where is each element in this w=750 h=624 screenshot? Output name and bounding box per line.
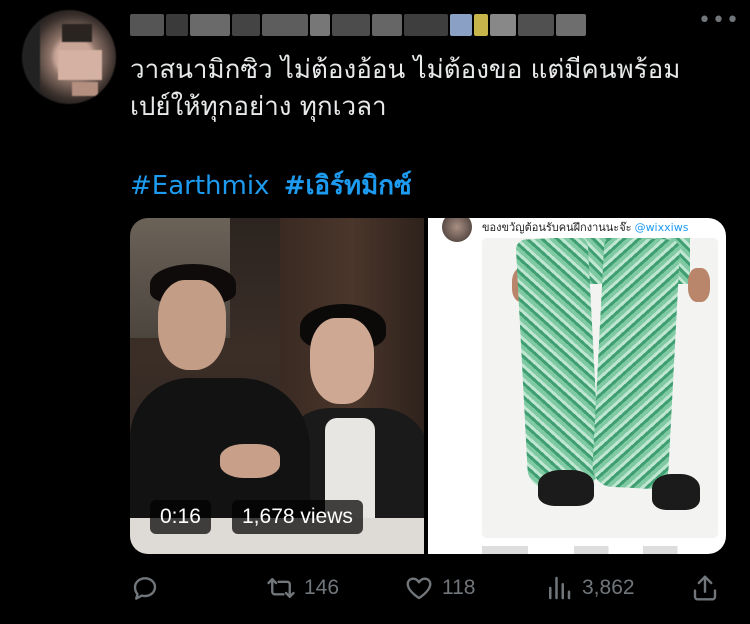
screenshot-handle: @wixxiws	[634, 221, 689, 234]
like-count: 118	[442, 576, 476, 599]
heart-icon	[406, 577, 432, 600]
retweet-icon	[267, 578, 295, 598]
photo-pants-left-leg	[515, 238, 601, 490]
photo-shoe-right	[652, 474, 700, 510]
more-icon: •••	[698, 8, 740, 33]
screenshot-action-row	[482, 546, 712, 554]
views-icon	[549, 576, 571, 600]
video-views-badge: 1,678 views	[232, 500, 363, 534]
view-count: 3,862	[582, 576, 635, 599]
video-player[interactable]: 0:16 1,678 views	[130, 218, 424, 554]
reply-button[interactable]	[130, 568, 168, 608]
photo-pants-right-leg	[591, 238, 681, 490]
author-name-blurred[interactable]	[130, 12, 610, 38]
hashtag-earthmix[interactable]: #Earthmix	[130, 171, 269, 201]
screenshot-avatar	[442, 218, 472, 242]
share-button[interactable]	[690, 568, 720, 608]
retweet-count: 146	[304, 576, 340, 599]
media-grid: 0:16 1,678 views ของขวัญต้อนรับคนฝึกงานน…	[130, 218, 726, 554]
author-avatar[interactable]	[22, 10, 116, 104]
video-duration-badge: 0:16	[150, 500, 211, 534]
video-frame-hand	[220, 444, 280, 478]
photo-hand-right	[688, 268, 710, 302]
image-screenshot[interactable]: ของขวัญต้อนรับคนฝึกงานนะจ๊ะ @wixxiws	[428, 218, 726, 554]
video-frame-person-1-face	[158, 280, 226, 370]
screenshot-product-photo	[482, 238, 718, 538]
share-icon	[693, 575, 717, 601]
retweet-button[interactable]: 146	[266, 568, 339, 608]
like-button[interactable]: 118	[404, 568, 475, 608]
screenshot-caption: ของขวัญต้อนรับคนฝึกงานนะจ๊ะ @wixxiws	[482, 218, 688, 236]
hashtag-list: #Earthmix #เอิร์ทมิกซ์	[130, 168, 412, 204]
tweet-text: วาสนามิกซิว ไม่ต้องอ้อน ไม่ต้องขอ แต่มีค…	[130, 55, 681, 122]
action-bar: 146 118 3,862	[130, 568, 726, 608]
views-button[interactable]: 3,862	[544, 568, 635, 608]
screenshot-caption-text: ของขวัญต้อนรับคนฝึกงานนะจ๊ะ	[482, 221, 632, 234]
video-frame-person-2-face	[310, 318, 374, 404]
hashtag-thai[interactable]: #เอิร์ทมิกซ์	[284, 171, 412, 201]
photo-shoe-left	[538, 470, 594, 506]
more-options-button[interactable]: •••	[698, 10, 739, 34]
reply-icon	[133, 577, 157, 600]
